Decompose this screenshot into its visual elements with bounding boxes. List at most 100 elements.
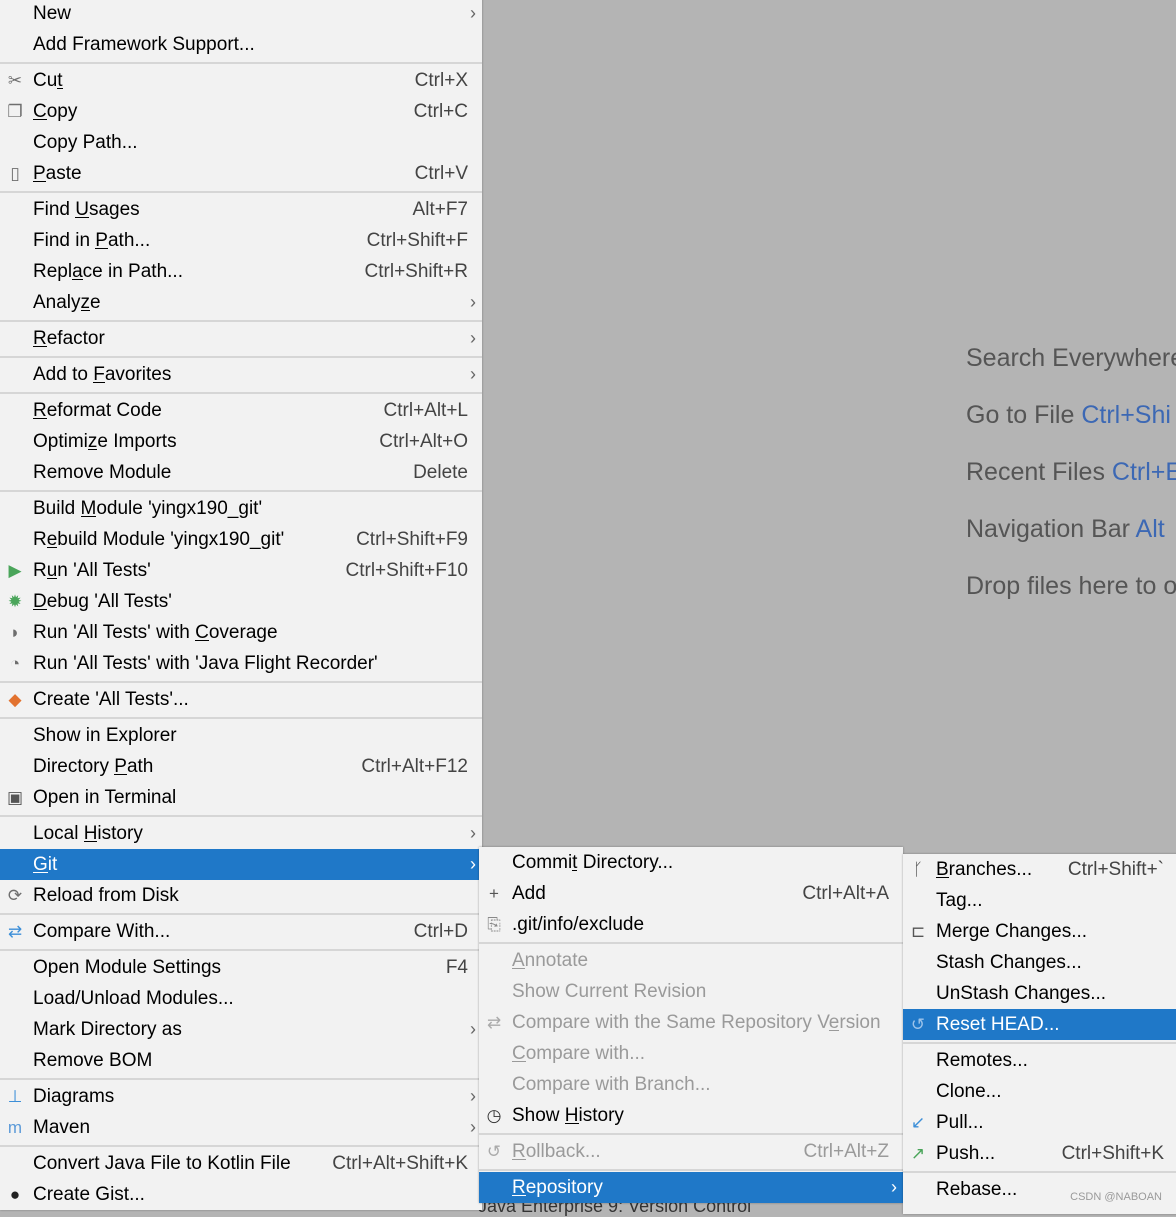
menu-item-load-unload-modules[interactable]: Load/Unload Modules... — [0, 983, 482, 1014]
reload-icon: ⟳ — [7, 885, 23, 905]
run-icon: ▶ — [8, 560, 22, 580]
mnemonic-underline — [33, 608, 47, 610]
menu-item-clone[interactable]: Clone... — [903, 1076, 1176, 1107]
menu-item-run-all-tests-with-java-flight-recorder[interactable]: ◔ Run 'All Tests' with 'Java Flight Recor… — [0, 648, 482, 679]
menu-item-compare-with[interactable]: ⇄ Compare With... Ctrl+D — [0, 916, 482, 947]
menu-item-push[interactable]: ↗ Push... Ctrl+Shift+K — [903, 1138, 1176, 1169]
menu-item-label: Mark Directory as — [33, 1018, 182, 1040]
menu-item-label: UnStash Changes... — [936, 982, 1107, 1004]
menu-item-label: Rebuild Module 'yingx190_git' — [33, 528, 285, 550]
menu-item-remove-module[interactable]: Remove Module Delete — [0, 457, 482, 488]
copy-icon: ❐ — [7, 101, 23, 121]
history-clock-icon: ◷ — [486, 1105, 502, 1125]
hint-text: Search Everywhere — [966, 344, 1176, 372]
menu-item-label: Debug 'All Tests' — [33, 590, 172, 612]
menu-item-compare-with-branch[interactable]: Compare with Branch... — [479, 1069, 903, 1100]
menu-item-label: Copy Path... — [33, 131, 138, 153]
github-icon: ● — [9, 1184, 21, 1204]
menu-item-reformat-code[interactable]: Reformat Code Ctrl+Alt+L — [0, 395, 482, 426]
menu-item-optimize-imports[interactable]: Optimize Imports Ctrl+Alt+O — [0, 426, 482, 457]
shortcut-label: Ctrl+Alt+Z — [803, 1140, 889, 1162]
menu-item-annotate[interactable]: Annotate — [479, 945, 903, 976]
menu-item-git[interactable]: Git › — [0, 849, 482, 880]
menu-item-open-in-terminal[interactable]: ▣ Open in Terminal — [0, 782, 482, 813]
menu-item-add-framework-support[interactable]: Add Framework Support... — [0, 29, 482, 60]
merge-icon: ⊏ — [910, 921, 926, 941]
menu-item-mark-directory-as[interactable]: Mark Directory as › — [0, 1014, 482, 1045]
menu-item-copy[interactable]: ❐ Copy Ctrl+C — [0, 96, 482, 127]
menu-item-cut[interactable]: ✂ Cut Ctrl+X — [0, 65, 482, 96]
mnemonic-underline — [46, 546, 58, 548]
compare-icon: ⇄ — [486, 1012, 502, 1032]
menu-item-stash-changes[interactable]: Stash Changes... — [903, 947, 1176, 978]
menu-item-merge-changes[interactable]: ⊏ Merge Changes... — [903, 916, 1176, 947]
menu-item-label: Compare With... — [33, 920, 171, 942]
mnemonic-underline — [512, 1194, 526, 1196]
menu-item-label: Add — [512, 882, 546, 904]
menu-item-rollback[interactable]: ↺ Rollback... Ctrl+Alt+Z — [479, 1136, 903, 1167]
menu-item-show-in-explorer[interactable]: Show in Explorer — [0, 720, 482, 751]
shortcut-label: Ctrl+Alt+A — [802, 882, 889, 904]
menu-item-show-history[interactable]: ◷ Show History — [479, 1100, 903, 1131]
menu-item-repository[interactable]: Repository › — [479, 1172, 903, 1203]
menu-item-new[interactable]: New › — [0, 0, 482, 29]
chevron-right-icon: › — [891, 1177, 897, 1197]
menu-item-tag[interactable]: Tag... — [903, 885, 1176, 916]
menu-item-run-all-tests[interactable]: ▶ Run 'All Tests' Ctrl+Shift+F10 — [0, 555, 482, 586]
context-menu: New › Add Framework Support... ✂ Cut Ctrl+X ❐ C… — [0, 0, 482, 1210]
menu-item-debug-all-tests[interactable]: ✹ Debug 'All Tests' — [0, 586, 482, 617]
menu-item-remotes[interactable]: Remotes... — [903, 1045, 1176, 1076]
menu-item-convert-java-file-to-kotlin-file[interactable]: Convert Java File to Kotlin File Ctrl+Alt… — [0, 1148, 482, 1179]
menu-item-build-module-yingx190-git[interactable]: Build Module 'yingx190_git' — [0, 493, 482, 524]
menu-item-refactor[interactable]: Refactor › — [0, 323, 482, 354]
menu-item-reload-from-disk[interactable]: ⟳ Reload from Disk — [0, 880, 482, 911]
menu-item-replace-in-path[interactable]: Replace in Path... Ctrl+Shift+R — [0, 256, 482, 287]
menu-item-pull[interactable]: ↙ Pull... — [903, 1107, 1176, 1138]
mnemonic-underline — [195, 639, 209, 641]
menu-item-label: Reload from Disk — [33, 884, 179, 906]
chevron-right-icon: › — [470, 3, 476, 23]
menu-item-git-info-exclude[interactable]: ⎘ .git/info/exclude — [479, 909, 903, 940]
hint-text: Navigation Bar — [966, 515, 1136, 543]
shortcut-label: Ctrl+Alt+F12 — [361, 755, 468, 777]
mnemonic-underline — [80, 309, 91, 311]
menu-item-add-to-favorites[interactable]: Add to Favorites › — [0, 359, 482, 390]
mnemonic-underline — [512, 1060, 526, 1062]
shortcut-label: Ctrl+V — [414, 162, 468, 184]
menu-item-unstash-changes[interactable]: UnStash Changes... — [903, 978, 1176, 1009]
menu-item-label: Remotes... — [936, 1049, 1028, 1071]
coverage-icon: ◗ — [9, 622, 21, 642]
menu-item-find-in-path[interactable]: Find in Path... Ctrl+Shift+F — [0, 225, 482, 256]
menu-item-label: .git/info/exclude — [512, 913, 645, 935]
hint-shortcut: Ctrl+Shi — [1081, 401, 1171, 429]
hint-text: Recent Files — [966, 458, 1112, 486]
menu-item-add[interactable]: + Add Ctrl+Alt+A — [479, 878, 903, 909]
menu-item-directory-path[interactable]: Directory Path Ctrl+Alt+F12 — [0, 751, 482, 782]
menu-item-local-history[interactable]: Local History › — [0, 818, 482, 849]
menu-item-rebuild-module-yingx190-git[interactable]: Rebuild Module 'yingx190_git' Ctrl+Shift+… — [0, 524, 482, 555]
menu-item-analyze[interactable]: Analyze › — [0, 287, 482, 318]
mnemonic-underline — [80, 515, 97, 517]
chevron-right-icon: › — [470, 854, 476, 874]
menu-item-reset-head[interactable]: ↺ Reset HEAD... — [903, 1009, 1176, 1040]
menu-item-maven[interactable]: m Maven › — [0, 1112, 482, 1143]
menu-item-create-gist[interactable]: ● Create Gist... — [0, 1179, 482, 1210]
menu-item-run-all-tests-with-coverage[interactable]: ◗ Run 'All Tests' with Coverage — [0, 617, 482, 648]
menu-item-commit-directory[interactable]: Commit Directory... — [479, 847, 903, 878]
menu-item-compare-with-the-same-repository-version[interactable]: ⇄ Compare with the Same Repository Versio… — [479, 1007, 903, 1038]
menu-item-copy-path[interactable]: Copy Path... — [0, 127, 482, 158]
menu-item-create-all-tests[interactable]: ◆ Create 'All Tests'... — [0, 684, 482, 715]
compare-icon: ⇄ — [7, 921, 23, 941]
menu-item-find-usages[interactable]: Find Usages Alt+F7 — [0, 194, 482, 225]
menu-item-open-module-settings[interactable]: Open Module Settings F4 — [0, 952, 482, 983]
menu-item-show-current-revision[interactable]: Show Current Revision — [479, 976, 903, 1007]
menu-item-paste[interactable]: ▯ Paste Ctrl+V — [0, 158, 482, 189]
menu-item-compare-with[interactable]: Compare with... — [479, 1038, 903, 1069]
menu-item-label: Branches... — [936, 858, 1033, 880]
mnemonic-underline — [72, 278, 83, 280]
menu-item-label: Analyze — [33, 291, 101, 313]
menu-item-diagrams[interactable]: ⊥ Diagrams › — [0, 1081, 482, 1112]
menu-item-branches[interactable]: ᚴ Branches... Ctrl+Shift+` — [903, 854, 1176, 885]
menu-item-remove-bom[interactable]: Remove BOM — [0, 1045, 482, 1076]
menu-item-label: Find in Path... — [33, 229, 151, 251]
